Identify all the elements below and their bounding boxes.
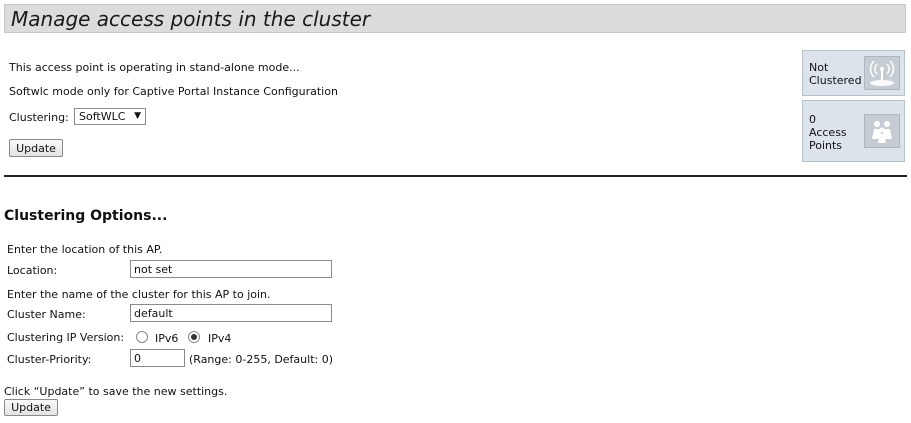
chevron-down-icon: ▼ bbox=[134, 111, 141, 121]
cluster-name-hint: Enter the name of the cluster for this A… bbox=[7, 288, 271, 301]
page-title: Manage access points in the cluster bbox=[11, 7, 371, 31]
update-settings-button[interactable]: Update bbox=[4, 399, 58, 416]
ipv4-radio[interactable] bbox=[188, 331, 200, 343]
priority-input[interactable] bbox=[130, 349, 185, 367]
access-points-line1: Access bbox=[809, 126, 847, 139]
cluster-name-label: Cluster Name: bbox=[7, 308, 86, 321]
location-label: Location: bbox=[7, 264, 58, 277]
page-header: Manage access points in the cluster bbox=[4, 4, 906, 33]
ipv6-radio[interactable] bbox=[136, 331, 148, 343]
section-title: Clustering Options... bbox=[4, 208, 168, 224]
cluster-status-line1: Not bbox=[809, 61, 829, 74]
access-point-count: 0 bbox=[809, 113, 816, 126]
cluster-name-input[interactable] bbox=[130, 304, 332, 322]
people-icon bbox=[864, 114, 900, 148]
ip-version-label: Clustering IP Version: bbox=[7, 331, 125, 344]
location-input[interactable] bbox=[130, 260, 332, 278]
location-hint: Enter the location of this AP. bbox=[7, 243, 163, 256]
priority-label: Cluster-Priority: bbox=[7, 353, 92, 366]
clustering-label: Clustering: bbox=[9, 111, 69, 124]
softwlc-mode-text: Softwlc mode only for Captive Portal Ins… bbox=[9, 85, 338, 98]
ipv6-label: IPv6 bbox=[155, 332, 179, 345]
clustering-select[interactable]: SoftWLC ▼ bbox=[74, 108, 146, 125]
save-hint: Click “Update” to save the new settings. bbox=[4, 385, 228, 398]
clustering-select-value: SoftWLC bbox=[79, 110, 126, 123]
cluster-status-line2: Clustered bbox=[809, 74, 862, 87]
update-mode-button[interactable]: Update bbox=[9, 139, 63, 157]
cluster-status-panel: Not Clustered bbox=[802, 50, 905, 96]
signal-icon bbox=[864, 56, 900, 90]
access-points-panel: 0 Access Points bbox=[802, 100, 905, 162]
access-points-line2: Points bbox=[809, 139, 843, 152]
ipv4-label: IPv4 bbox=[208, 332, 232, 345]
section-divider bbox=[4, 175, 907, 177]
priority-range-text: (Range: 0-255, Default: 0) bbox=[189, 353, 333, 366]
standalone-mode-text: This access point is operating in stand-… bbox=[9, 61, 300, 74]
